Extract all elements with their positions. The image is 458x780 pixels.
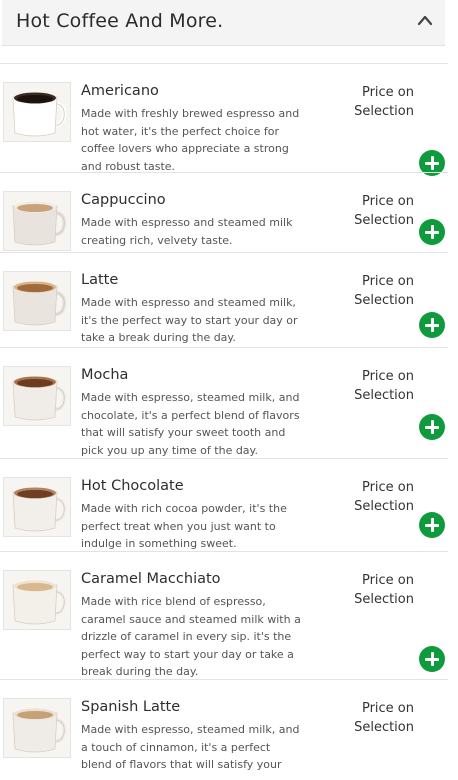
menu-item[interactable]: Mocha Made with espresso, steamed milk, a…	[0, 347, 448, 459]
price-label-line2: Selection	[354, 388, 414, 403]
description-line: perfect way to start your day or take a	[81, 647, 294, 661]
description-line: drizzle of caramel in every sip. it's th…	[81, 630, 292, 644]
description-line: that will satisfy your sweet tooth and	[81, 426, 286, 440]
item-description: Made with espresso, steamed milk, and a t…	[81, 721, 305, 774]
description-line: it's the perfect way to start your day o…	[81, 313, 298, 327]
description-line: Made with espresso and steamed milk,	[81, 296, 296, 309]
description-line: Made with espresso, steamed milk, and	[81, 391, 300, 404]
menu-item[interactable]: Latte Made with espresso and steamed milk…	[0, 252, 448, 348]
menu-item[interactable]: Hot Chocolate Made with rich cocoa powder…	[0, 458, 448, 552]
description-line: Made with espresso, steamed milk, and	[81, 723, 300, 736]
item-description: Made with rich cocoa powder, it's the per…	[81, 500, 305, 553]
item-name[interactable]: Hot Chocolate	[81, 478, 184, 494]
price-label-line2: Selection	[354, 293, 414, 308]
menu-item[interactable]: Americano Made with freshly brewed espres…	[0, 63, 448, 176]
description-line: Made with freshly brewed espresso and	[81, 107, 300, 120]
item-name[interactable]: Americano	[81, 83, 159, 99]
price-label-line2: Selection	[354, 213, 414, 228]
description-line: creating rich, velvety taste.	[81, 233, 233, 247]
item-description: Made with espresso and steamed milk, it's…	[81, 294, 305, 347]
description-line: caramel sauce and steamed milk with a	[81, 612, 301, 626]
menu-item[interactable]: Spanish Latte Made with espresso, steamed…	[0, 679, 448, 780]
cappuccino-image[interactable]	[3, 191, 71, 251]
add-to-cart-plus-icon[interactable]	[419, 414, 445, 440]
description-line: hot water, it's the perfect choice for	[81, 124, 280, 138]
item-name[interactable]: Latte	[81, 272, 118, 288]
description-line: Made with espresso and steamed milk	[81, 216, 293, 229]
add-to-cart-plus-icon[interactable]	[419, 512, 445, 538]
price-label-line1: Price on	[361, 701, 414, 716]
item-price: Price on Selection	[344, 571, 414, 609]
item-price: Price on Selection	[344, 699, 414, 737]
chevron-up-icon[interactable]	[417, 14, 433, 26]
caramel-macchiato-image[interactable]	[3, 570, 71, 630]
description-line: coffee lovers who appreciate a strong	[81, 142, 289, 156]
description-line: chocolate, it's a perfect blend of flavo…	[81, 408, 300, 422]
spanish-latte-image[interactable]	[3, 698, 71, 758]
price-label-line2: Selection	[354, 499, 414, 514]
price-label-line2: Selection	[354, 104, 414, 119]
item-price: Price on Selection	[344, 272, 414, 310]
add-to-cart-plus-icon[interactable]	[419, 312, 445, 338]
description-line: Made with rice blend of espresso,	[81, 595, 266, 608]
price-label-line1: Price on	[361, 85, 414, 100]
description-line: a touch of cinnamon, it's a perfect	[81, 740, 271, 754]
menu-item[interactable]: Cappuccino Made with espresso and steamed…	[0, 172, 448, 253]
item-name[interactable]: Cappuccino	[81, 192, 166, 208]
add-to-cart-plus-icon[interactable]	[419, 219, 445, 245]
price-label-line1: Price on	[361, 573, 414, 588]
latte-image[interactable]	[3, 271, 71, 331]
item-name[interactable]: Spanish Latte	[81, 699, 180, 715]
price-label-line1: Price on	[361, 480, 414, 495]
americano-image[interactable]	[3, 82, 71, 142]
item-price: Price on Selection	[344, 192, 414, 230]
item-price: Price on Selection	[344, 83, 414, 121]
section-header[interactable]: Hot Coffee And More.	[2, 0, 445, 46]
price-label-line2: Selection	[354, 592, 414, 607]
section-title: Hot Coffee And More.	[16, 10, 224, 32]
price-label-line1: Price on	[361, 274, 414, 289]
menu-item[interactable]: Caramel Macchiato Made with rice blend of…	[0, 551, 448, 680]
item-name[interactable]: Caramel Macchiato	[81, 571, 221, 587]
description-line: perfect treat when you just want to	[81, 519, 276, 533]
add-to-cart-plus-icon[interactable]	[419, 646, 445, 672]
price-label-line2: Selection	[354, 720, 414, 735]
description-line: pick you up any time of the day.	[81, 443, 258, 457]
description-line: blend of flavors that will satisfy your	[81, 758, 282, 772]
description-line: take a break during the day.	[81, 331, 236, 345]
mocha-image[interactable]	[3, 366, 71, 426]
description-line: Made with rich cocoa powder, it's the	[81, 502, 287, 515]
item-description: Made with freshly brewed espresso and hot…	[81, 105, 305, 175]
item-description: Made with espresso and steamed milk creat…	[81, 214, 305, 249]
price-label-line1: Price on	[361, 194, 414, 209]
hot-chocolate-image[interactable]	[3, 477, 71, 537]
price-label-line1: Price on	[361, 369, 414, 384]
item-price: Price on Selection	[344, 478, 414, 516]
item-name[interactable]: Mocha	[81, 367, 128, 383]
item-description: Made with espresso, steamed milk, and cho…	[81, 389, 305, 459]
item-description: Made with rice blend of espresso, caramel…	[81, 593, 305, 681]
item-price: Price on Selection	[344, 367, 414, 405]
